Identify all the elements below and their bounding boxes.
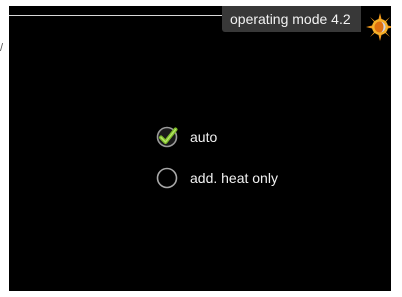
edge-glyph: /: [0, 42, 4, 54]
display-screen: operating mode 4.2 auto add. heat only: [9, 6, 391, 291]
radio-empty-icon: [156, 167, 178, 189]
checkmark-icon: [156, 126, 178, 148]
option-add-heat-only-label: add. heat only: [190, 170, 278, 186]
option-add-heat-only[interactable]: add. heat only: [156, 167, 278, 189]
sun-icon: [366, 13, 391, 41]
option-auto-label: auto: [190, 129, 218, 145]
option-auto[interactable]: auto: [156, 126, 217, 148]
menu-title: operating mode 4.2: [222, 6, 361, 32]
header-divider: [9, 15, 229, 16]
